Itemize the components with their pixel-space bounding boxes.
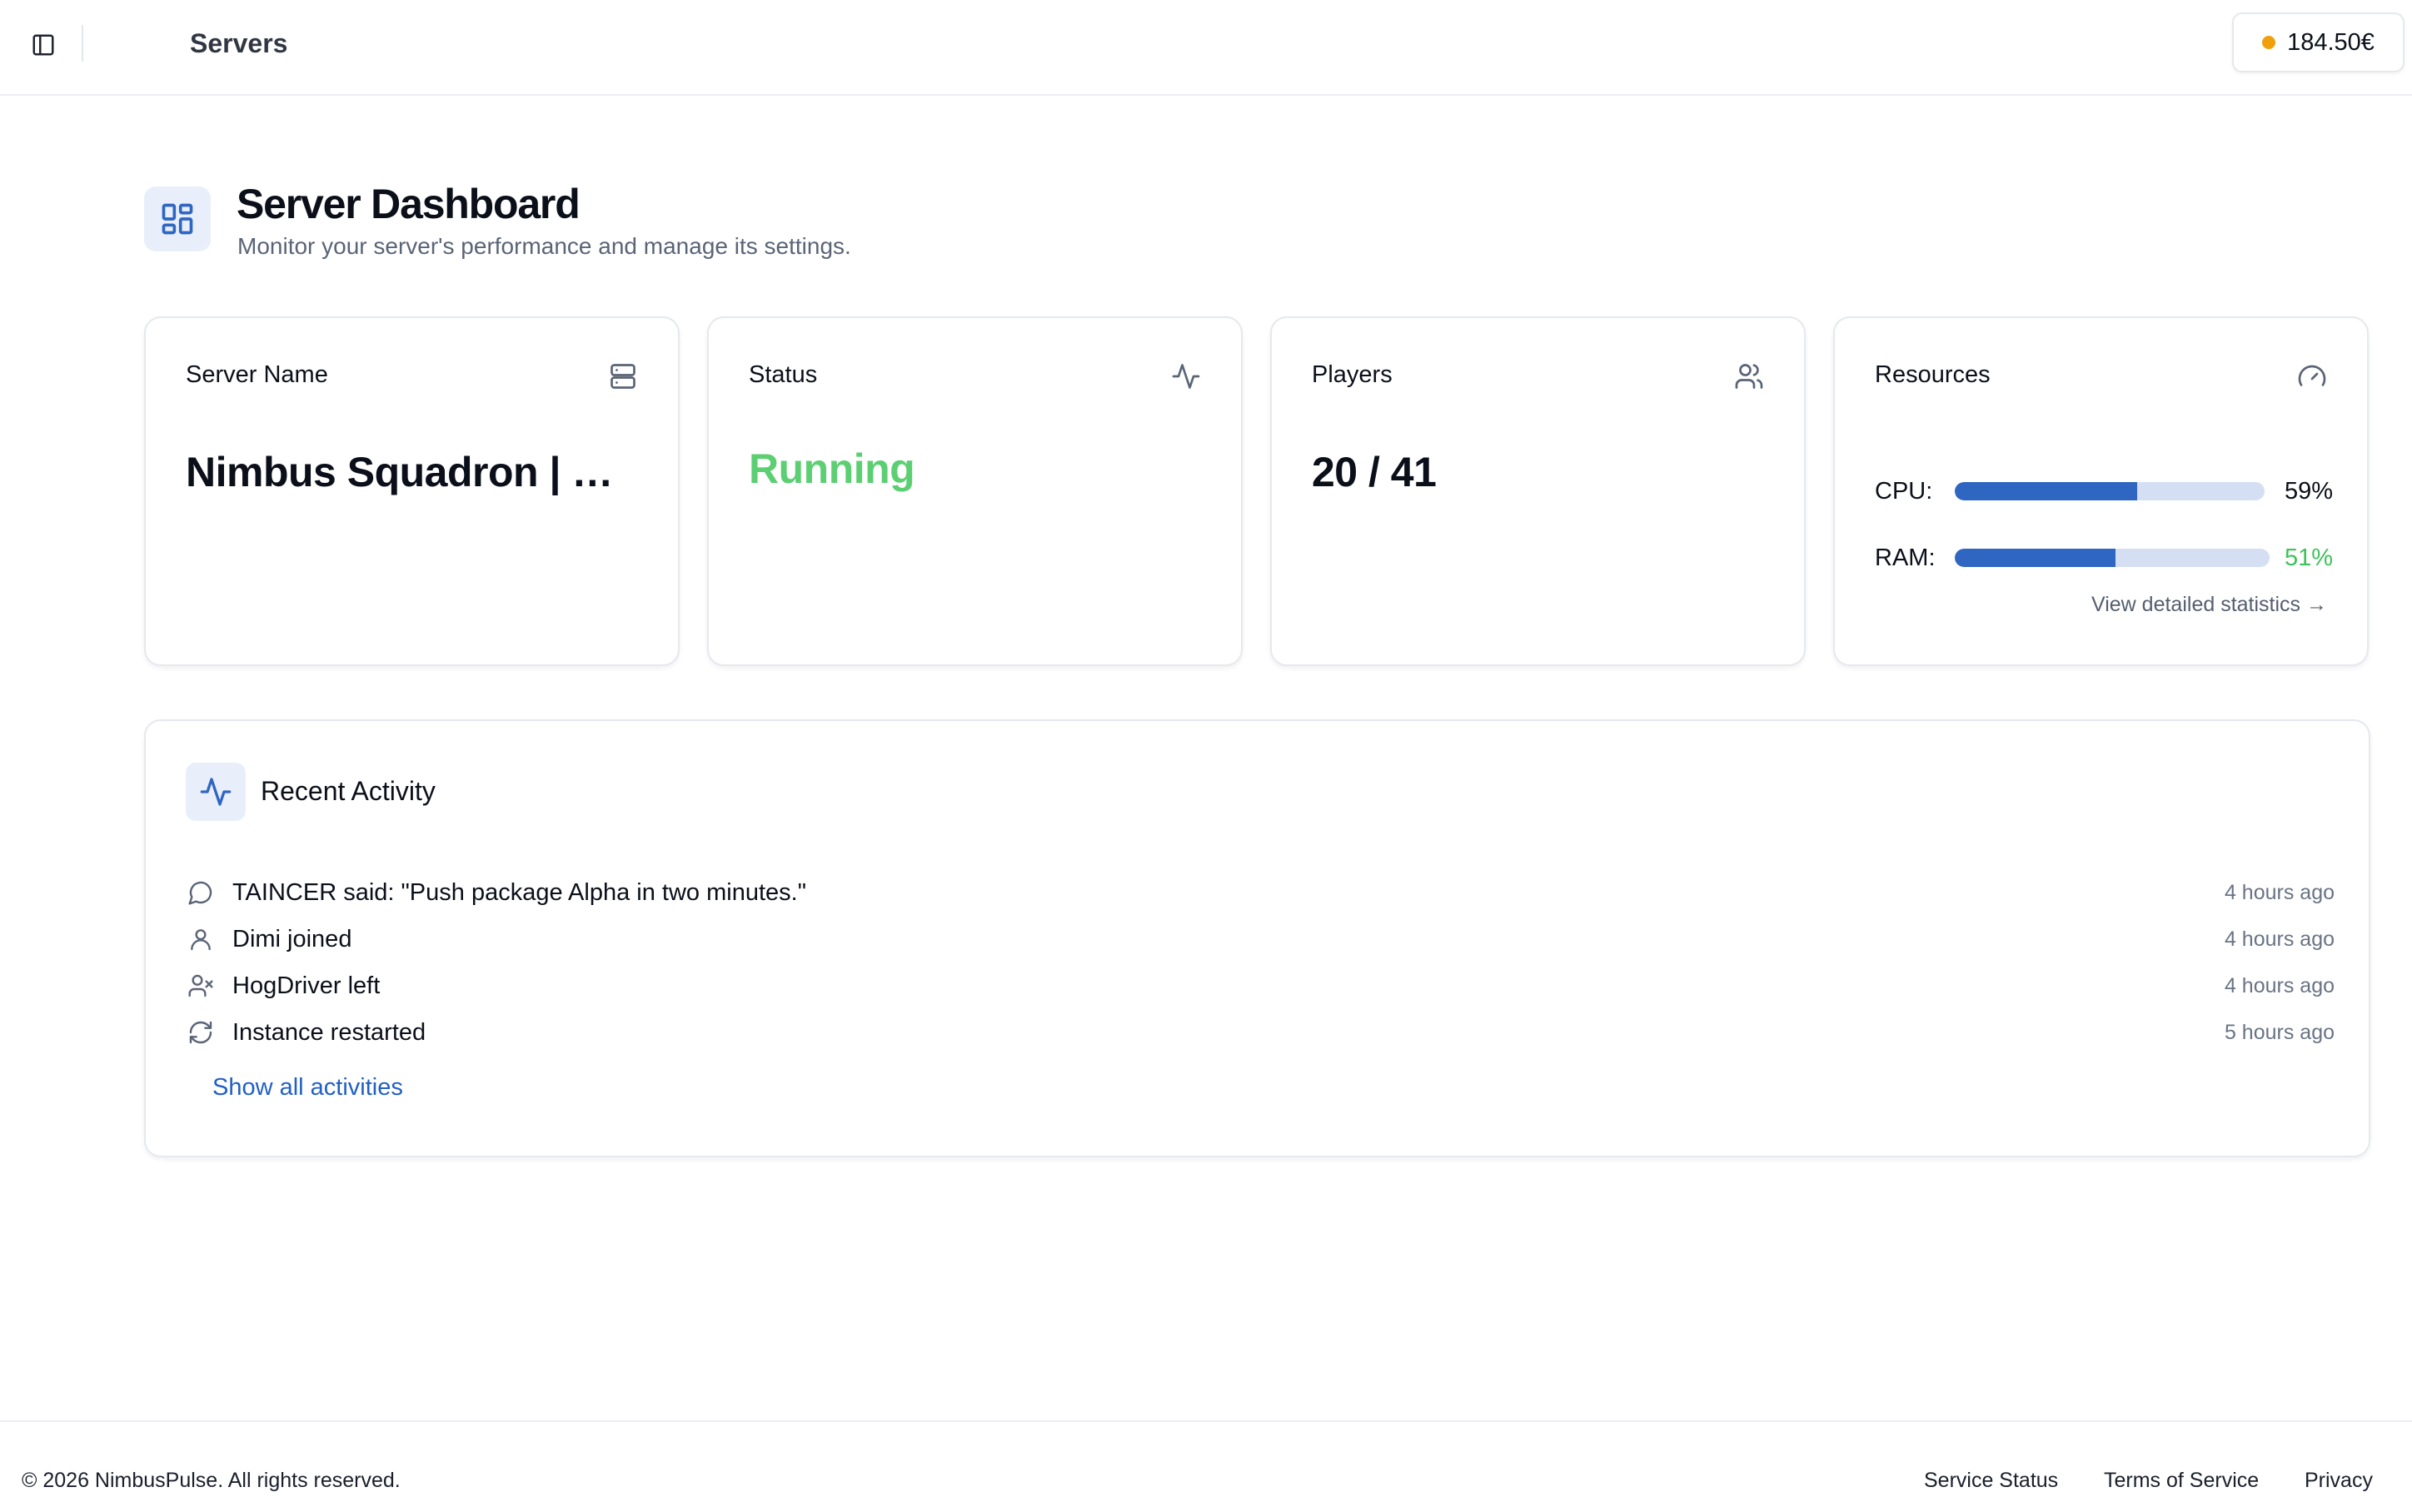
server-icon [610, 364, 635, 389]
status-value: Running [749, 445, 915, 492]
terms-of-service-link[interactable]: Terms of Service [2104, 1469, 2259, 1493]
activity-list: TAINCER said: "Push package Alpha in two… [186, 869, 2335, 1056]
ram-label: RAM: [1875, 544, 1936, 571]
activity-icon [1172, 364, 1200, 389]
ram-row: RAM: 51% [1875, 541, 2333, 574]
activity-time: 4 hours ago [2224, 880, 2335, 904]
service-status-link[interactable]: Service Status [1924, 1469, 2058, 1493]
dashboard-title: Server Dashboard [237, 181, 581, 227]
server-name-card: Server Name Nimbus Squadron | Op... [144, 316, 680, 666]
copyright-text: © 2026 NimbusPulse. All rights reserved. [22, 1469, 401, 1492]
footer: © 2026 NimbusPulse. All rights reserved.… [0, 1420, 2412, 1512]
activity-item: TAINCER said: "Push package Alpha in two… [186, 869, 2335, 916]
user-x-icon [188, 974, 213, 997]
resources-card: Resources CPU: 59% RAM: 51% View detaile… [1833, 316, 2369, 666]
activity-text: Instance restarted [232, 1018, 426, 1046]
show-all-activities-link[interactable]: Show all activities [212, 1074, 403, 1102]
server-name-label: Server Name [186, 361, 328, 388]
activity-icon [200, 778, 232, 806]
activity-text: HogDriver left [232, 972, 381, 999]
ram-percent: 51% [2284, 544, 2333, 571]
dashboard-icon-box [144, 187, 211, 251]
user-icon [191, 929, 211, 951]
dashboard-subtitle: Monitor your server's performance and ma… [237, 233, 851, 259]
cpu-bar [1955, 482, 2265, 500]
page: Servers 184.50€ Server Dashboard Monitor… [0, 0, 2412, 1512]
activity-time: 5 hours ago [2224, 1020, 2335, 1044]
refresh-icon [189, 1021, 212, 1044]
balance-amount: 184.50€ [2287, 28, 2375, 56]
balance-status-dot [2262, 36, 2276, 49]
sidebar-panel-icon [32, 34, 54, 56]
server-name-value: Nimbus Squadron | Op... [186, 449, 635, 495]
cpu-percent: 59% [2284, 477, 2333, 505]
players-label: Players [1312, 361, 1393, 388]
activity-text: Dimi joined [232, 925, 352, 952]
top-bar: Servers 184.50€ [0, 0, 2412, 96]
players-value: 20 / 41 [1312, 449, 1437, 495]
resources-label: Resources [1875, 361, 1991, 388]
ram-bar-fill [1955, 549, 2115, 567]
activity-icon-box [186, 763, 246, 821]
activity-item: Dimi joined 4 hours ago [186, 916, 2335, 962]
recent-activity-title: Recent Activity [261, 776, 436, 806]
balance-badge[interactable]: 184.50€ [2232, 12, 2405, 72]
cpu-bar-fill [1955, 482, 2138, 500]
message-icon [188, 881, 212, 905]
activity-text: TAINCER said: "Push package Alpha in two… [232, 878, 806, 906]
activity-time: 4 hours ago [2224, 973, 2335, 997]
activity-item: Instance restarted 5 hours ago [186, 1009, 2335, 1056]
view-statistics-link[interactable]: View detailed statistics → [2091, 593, 2327, 617]
activity-time: 4 hours ago [2224, 927, 2335, 951]
layout-grid-icon [162, 203, 193, 235]
status-label: Status [749, 361, 818, 388]
gauge-icon [2298, 365, 2326, 386]
users-icon [1735, 364, 1763, 389]
sidebar-toggle-button[interactable] [25, 27, 62, 63]
recent-activity-panel: Recent Activity TAINCER said: "Push pack… [144, 719, 2370, 1157]
status-card: Status Running [707, 316, 1243, 666]
activity-item: HogDriver left 4 hours ago [186, 962, 2335, 1009]
cpu-row: CPU: 59% [1875, 475, 2333, 508]
header-divider [82, 25, 83, 62]
privacy-link[interactable]: Privacy [2305, 1469, 2373, 1493]
ram-bar [1955, 549, 2270, 567]
page-title: Servers [190, 28, 288, 58]
players-card: Players 20 / 41 [1270, 316, 1806, 666]
cpu-label: CPU: [1875, 477, 1933, 505]
